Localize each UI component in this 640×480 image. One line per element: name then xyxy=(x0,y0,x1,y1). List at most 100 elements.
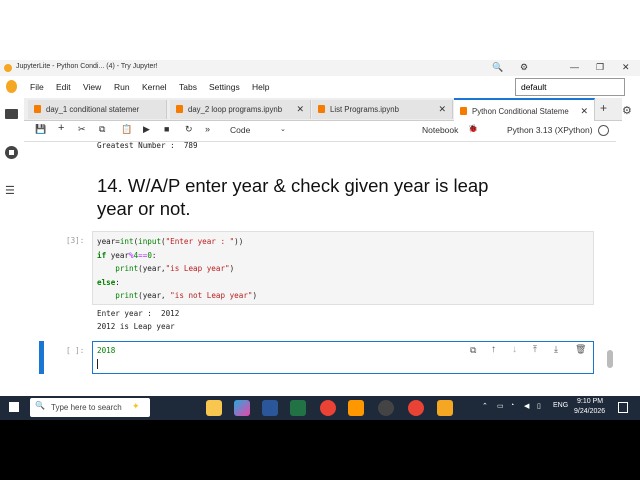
excel-icon[interactable] xyxy=(290,400,306,416)
theme-select[interactable]: default xyxy=(515,78,625,96)
network-icon[interactable]: ▭ xyxy=(497,402,504,410)
run-icon[interactable]: ▶ xyxy=(143,124,150,135)
code-cell-4[interactable]: 2018 ⧉ ↑ ↓ ⤒ ⤓ 🗑 xyxy=(92,341,594,374)
taskbar-search[interactable]: 🔍 Type here to search ✦ xyxy=(30,398,150,417)
file-explorer-icon[interactable] xyxy=(206,400,222,416)
code-line-3: print(year,"is Leap year") xyxy=(97,264,234,273)
code-token: year xyxy=(106,250,130,260)
menu-run[interactable]: Run xyxy=(114,82,130,92)
cell-input-value[interactable]: 2018 xyxy=(97,346,115,355)
copy-icon[interactable]: ⧉ xyxy=(99,124,105,135)
add-cell-icon[interactable]: + xyxy=(58,122,64,134)
code-token: print xyxy=(115,264,139,273)
volume-icon[interactable]: ◀ xyxy=(524,402,529,410)
bug-icon[interactable]: 🐞 xyxy=(468,124,478,133)
cell-prompt: [3]: xyxy=(66,236,85,245)
menu-tabs[interactable]: Tabs xyxy=(179,82,197,92)
clock-date[interactable]: 9/24/2026 xyxy=(574,408,605,415)
word-icon[interactable] xyxy=(262,400,278,416)
gear-icon[interactable]: ⚙ xyxy=(622,104,632,117)
save-icon[interactable]: 💾 xyxy=(35,124,46,135)
search-icon: 🔍 xyxy=(35,401,45,410)
tab-bar: day_1 conditional statemer day_2 loop pr… xyxy=(24,98,622,121)
notebook-icon xyxy=(318,105,325,113)
wifi-icon[interactable]: ◔ xyxy=(510,402,514,409)
sublime-icon[interactable] xyxy=(348,400,364,416)
sparkle-icon: ✦ xyxy=(132,401,140,411)
code-token: year= xyxy=(97,237,120,246)
tab-day2[interactable]: day_2 loop programs.ipynb ✕ xyxy=(170,100,311,119)
menu-settings[interactable]: Settings xyxy=(209,82,240,92)
tab-label: day_1 conditional statemer xyxy=(46,105,140,114)
code-token: (year, xyxy=(138,264,166,273)
copilot-icon[interactable] xyxy=(234,400,250,416)
jupyter-taskbar-icon[interactable] xyxy=(437,400,453,416)
add-tab-icon[interactable]: + xyxy=(600,101,607,115)
chrome-icon-2[interactable] xyxy=(408,400,424,416)
obs-icon[interactable] xyxy=(378,400,394,416)
chevron-down-icon[interactable]: ⌄ xyxy=(280,125,286,133)
menu-edit[interactable]: Edit xyxy=(56,82,71,92)
tab-label: day_2 loop programs.ipynb xyxy=(188,105,283,114)
jupyter-logo-icon xyxy=(6,80,17,93)
restart-icon[interactable]: ↻ xyxy=(185,124,193,135)
code-token: == xyxy=(138,250,148,260)
settings-icon[interactable]: ⚙ xyxy=(520,62,528,73)
search-icon[interactable]: 🔍 xyxy=(492,62,503,73)
notebook-panel: Greatest Number : 789 14. W/A/P enter ye… xyxy=(24,142,616,398)
close-button[interactable]: ✕ xyxy=(622,62,630,73)
clock-time[interactable]: 9:10 PM xyxy=(577,398,603,405)
battery-icon[interactable]: ▯ xyxy=(537,402,541,410)
search-placeholder: Type here to search xyxy=(51,403,122,412)
notification-icon[interactable] xyxy=(618,402,628,413)
move-up-icon[interactable]: ↑ xyxy=(491,344,496,355)
maximize-button[interactable]: ❐ xyxy=(596,62,604,73)
kernel-label[interactable]: Python 3.13 (XPython) xyxy=(507,125,593,135)
title-bar: JupyterLite - Python Condi... (4) - Try … xyxy=(0,60,640,76)
paste-icon[interactable]: 📋 xyxy=(121,124,132,135)
code-token: print xyxy=(115,291,139,300)
scrollbar-thumb[interactable] xyxy=(607,350,613,368)
code-token: input xyxy=(138,237,162,246)
menu-view[interactable]: View xyxy=(83,82,101,92)
output-line-2: 2012 is Leap year xyxy=(97,322,175,331)
notebook-toolbar: 💾 + ✂ ⧉ 📋 ▶ ■ ↻ » Code ⌄ Notebook 🐞 Pyth… xyxy=(24,121,616,142)
tab-day1[interactable]: day_1 conditional statemer xyxy=(28,100,167,119)
menu-file[interactable]: File xyxy=(30,82,44,92)
stop-icon[interactable]: ■ xyxy=(164,124,169,134)
screen: JupyterLite - Python Condi... (4) - Try … xyxy=(0,0,640,420)
tray-up-icon[interactable]: ⌃ xyxy=(482,402,488,410)
notebook-icon xyxy=(176,105,183,113)
code-token: : xyxy=(115,277,120,287)
menu-kernel[interactable]: Kernel xyxy=(142,82,167,92)
windows-start-icon[interactable] xyxy=(9,402,19,412)
close-icon[interactable]: ✕ xyxy=(438,104,446,115)
notebook-label[interactable]: Notebook xyxy=(422,125,458,135)
cell-type-select[interactable]: Code xyxy=(230,125,250,135)
move-down-icon[interactable]: ↓ xyxy=(512,344,517,355)
code-token: "is Leap year" xyxy=(165,264,230,273)
code-cell-3[interactable]: year=int(input("Enter year : ")) if year… xyxy=(92,231,594,305)
folder-icon[interactable] xyxy=(5,109,18,119)
code-line-4: else: xyxy=(97,278,120,287)
notebook-icon xyxy=(460,107,467,115)
tab-python-conditional[interactable]: Python Conditional Stateme ✕ xyxy=(454,98,595,121)
fast-forward-icon[interactable]: » xyxy=(205,124,210,134)
duplicate-cell-icon[interactable]: ⧉ xyxy=(470,345,476,356)
minimize-button[interactable]: — xyxy=(570,62,579,72)
text-cursor xyxy=(97,359,98,369)
chrome-icon[interactable] xyxy=(320,400,336,416)
insert-below-icon[interactable]: ⤓ xyxy=(554,344,558,355)
close-icon[interactable]: ✕ xyxy=(580,106,588,117)
prev-output: Greatest Number : 789 xyxy=(97,142,198,150)
language-indicator[interactable]: ENG xyxy=(553,402,568,409)
cut-icon[interactable]: ✂ xyxy=(78,124,86,135)
toc-icon[interactable]: ☰ xyxy=(5,184,15,197)
delete-cell-icon[interactable]: 🗑 xyxy=(575,344,586,355)
menu-help[interactable]: Help xyxy=(252,82,269,92)
insert-above-icon[interactable]: ⤒ xyxy=(533,344,537,355)
window-title: JupyterLite - Python Condi... (4) - Try … xyxy=(16,63,158,70)
tab-list-programs[interactable]: List Programs.ipynb ✕ xyxy=(312,100,453,119)
close-icon[interactable]: ✕ xyxy=(296,104,304,115)
code-token: : xyxy=(151,250,157,260)
